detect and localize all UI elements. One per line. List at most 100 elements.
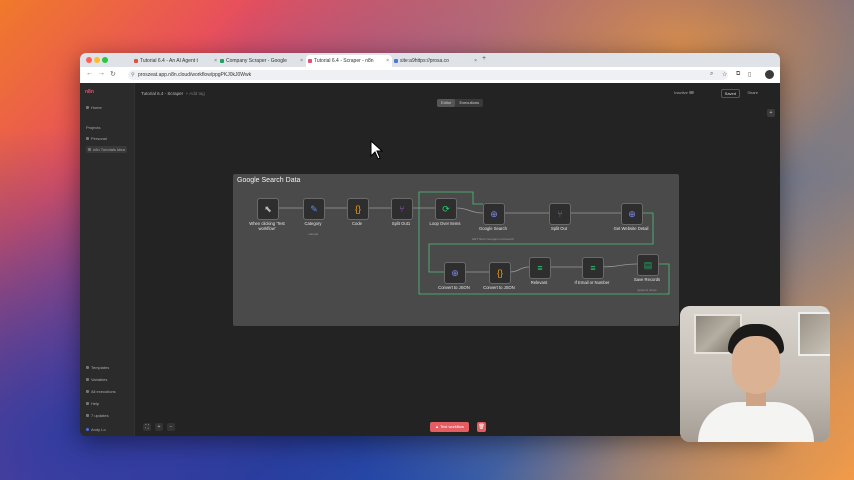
layers-icon (88, 148, 91, 152)
extensions-icon[interactable]: ⧉ (736, 71, 740, 78)
lock-icon: ⚲ (131, 72, 135, 78)
share-button[interactable]: Share (747, 90, 758, 95)
tab-favicon-icon (134, 59, 138, 63)
zoom-icon[interactable]: ⌕ (710, 71, 713, 78)
close-window-button[interactable] (86, 57, 92, 63)
address-bar[interactable]: ⚲ proszeat.app.n8n.cloud/workflow/ppgPKJ… (128, 70, 728, 80)
node-label: Split Out (550, 226, 568, 231)
sidebar-item-label: Help (91, 401, 100, 406)
sidebar-item-project[interactable]: n8n Tutorials Idea (86, 146, 127, 153)
node-label: Get Website Detail (613, 226, 649, 231)
tab-executions[interactable]: Executions (455, 99, 483, 107)
tab-label: Tutorial 6.4 - Scraper - n8n (314, 58, 374, 64)
workflow-node[interactable]: ▤ (637, 254, 659, 276)
code-braces-icon: {} (354, 204, 361, 214)
node-label: Split Out1 (391, 221, 411, 226)
workflow-node[interactable]: ⑂ (391, 198, 413, 220)
cursor-icon: ⬉ (264, 204, 272, 214)
profile-avatar[interactable] (765, 70, 774, 79)
open-panel-button[interactable]: + (767, 109, 775, 117)
bell-icon (86, 414, 89, 418)
test-workflow-button[interactable]: ▲ Test workflow (430, 422, 470, 432)
forward-arrow-icon[interactable]: → (98, 70, 105, 77)
tab-label: Company Scraper - Google (226, 58, 287, 64)
new-tab-button[interactable]: + (482, 55, 486, 62)
tab-editor[interactable]: Editor (437, 99, 456, 107)
browser-tab-active[interactable]: Tutorial 6.4 - Scraper - n8n × (306, 55, 392, 67)
mouse-cursor-icon (370, 140, 384, 160)
workflow-name[interactable]: Tutorial 6.4 - Scraper (141, 91, 183, 96)
node-label: Category (304, 221, 322, 226)
sheets-icon: ▤ (643, 260, 653, 270)
workflow-node[interactable]: ⑂ (549, 203, 571, 225)
saved-button[interactable]: Saved (720, 89, 740, 98)
node-label: Loop Over Items (429, 221, 461, 226)
workflow-node[interactable]: ⊕ (483, 203, 505, 225)
sidebar-item-variables[interactable]: Variables (86, 377, 107, 382)
bookmark-star-icon[interactable]: ☆ (722, 71, 727, 78)
user-name: Andy Lo (91, 427, 106, 432)
reload-icon[interactable]: ↻ (110, 70, 116, 78)
workflow-node[interactable]: ≡ (529, 257, 551, 279)
pencil-icon: ✎ (310, 204, 318, 214)
node-subtitle: append: sheet (637, 288, 657, 292)
connection-line (602, 263, 638, 268)
minimize-window-button[interactable] (94, 57, 100, 63)
breadcrumb: Tutorial 6.4 - Scraper + Add tag (141, 91, 205, 96)
close-tab-icon[interactable]: × (214, 55, 217, 67)
sidebar-item-templates[interactable]: Templates (86, 365, 109, 370)
add-tag-link[interactable]: + Add tag (186, 91, 205, 96)
user-avatar (86, 428, 89, 432)
node-label: When clicking 'Test workflow' (249, 221, 285, 231)
templates-icon (86, 366, 89, 370)
user-icon (86, 137, 89, 141)
close-tab-icon[interactable]: × (474, 55, 477, 67)
webcam-overlay (680, 306, 830, 442)
sidebar-item-updates[interactable]: 7 updates (86, 413, 109, 418)
loop-icon: ⟳ (442, 204, 450, 214)
node-connections (278, 191, 670, 295)
tab-label: site:a9https://prosa.co (400, 58, 449, 64)
browser-tab[interactable]: site:a9https://prosa.co × (392, 55, 480, 67)
toggle-switch[interactable] (689, 91, 694, 94)
sidebar-item-executions[interactable]: All executions (86, 389, 116, 394)
maximize-window-button[interactable] (102, 57, 108, 63)
filter-icon: ≡ (590, 263, 596, 273)
workflow-node[interactable]: ⊕ (621, 203, 643, 225)
n8n-logo: n8n (85, 89, 94, 95)
workflow-node[interactable]: {} (489, 262, 511, 284)
sidebar-item-personal[interactable]: Personal (86, 136, 107, 141)
zoom-out-icon[interactable]: − (167, 423, 175, 431)
zoom-in-icon[interactable]: + (155, 423, 163, 431)
workflow-node[interactable]: ⊕ (444, 262, 466, 284)
close-tab-icon[interactable]: × (300, 55, 303, 67)
sidebar-item-label: Projects (86, 125, 101, 130)
fit-view-icon[interactable]: ⛶ (143, 423, 151, 431)
sidebar-item-help[interactable]: Help (86, 401, 99, 406)
sticky-note-group[interactable]: Google Search Data ⬉ When clicking 'Test … (233, 174, 679, 326)
workflow-node[interactable]: ⟳ (435, 198, 457, 220)
sidepanel-icon[interactable]: ▯ (748, 71, 751, 78)
sidebar-item-label: n8n Tutorials Idea (93, 147, 125, 152)
workflow-node[interactable]: {} (347, 198, 369, 220)
tab-strip: Tutorial 6.4 - An AI Agent t × Company S… (80, 53, 780, 67)
connection-line (455, 207, 484, 214)
workflow-node[interactable]: ⬉ (257, 198, 279, 220)
node-label: Convert to JSON (483, 285, 515, 290)
presenter-shirt (698, 402, 814, 442)
browser-tab[interactable]: Company Scraper - Google × (218, 55, 306, 67)
trash-icon[interactable]: 🗑 (477, 422, 486, 432)
active-toggle[interactable]: Inactive (674, 90, 694, 95)
workflow-node[interactable]: ≡ (582, 257, 604, 279)
wall-picture (798, 312, 830, 356)
globe-icon: ⊕ (451, 268, 459, 278)
sidebar-item-home[interactable]: Home (86, 105, 102, 110)
sidebar-item-label: Home (91, 105, 102, 110)
back-arrow-icon[interactable]: ← (86, 70, 93, 77)
workflow-node[interactable]: ✎ (303, 198, 325, 220)
sidebar-user[interactable]: Andy Lo (86, 427, 106, 432)
globe-icon: ⊕ (628, 209, 636, 219)
close-tab-icon[interactable]: × (386, 55, 389, 67)
browser-tab[interactable]: Tutorial 6.4 - An AI Agent t × (132, 55, 220, 67)
sidebar-section-projects: Projects (86, 125, 100, 130)
